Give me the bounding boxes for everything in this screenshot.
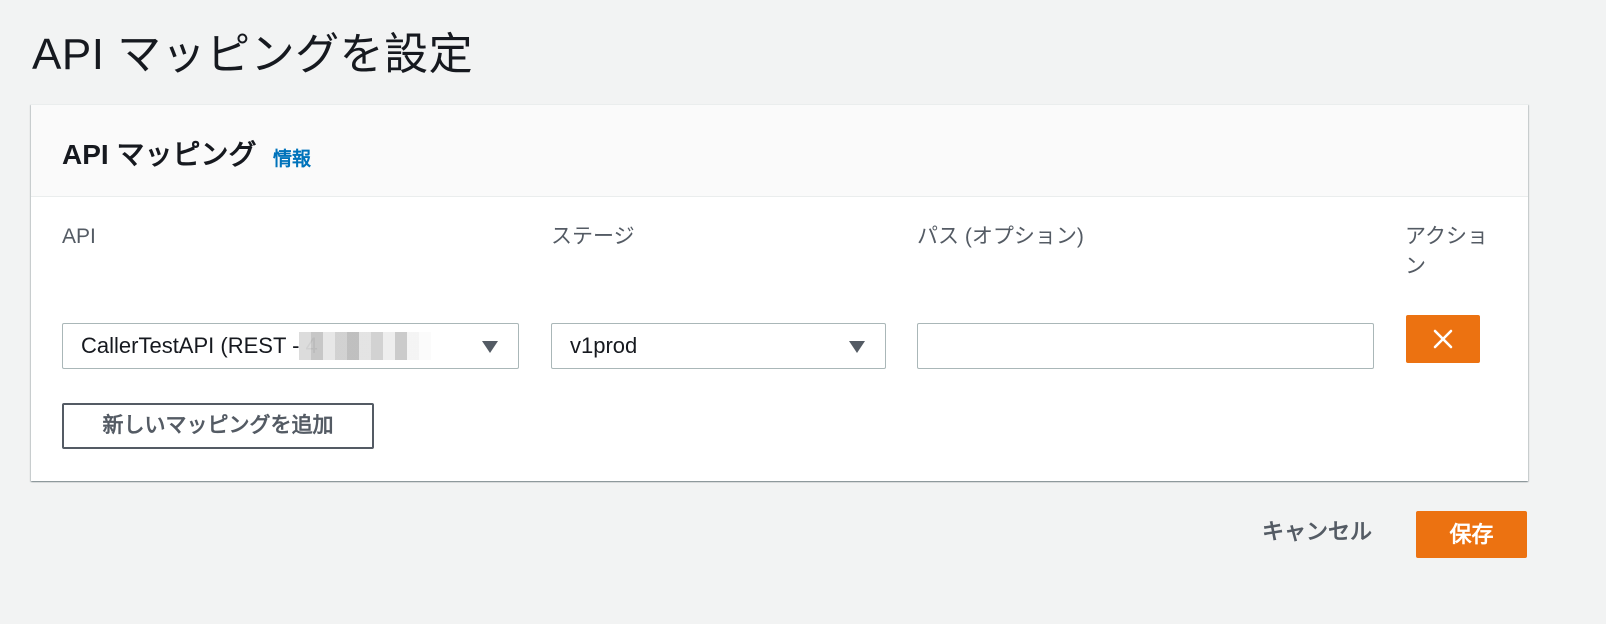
page-title: API マッピングを設定 xyxy=(32,30,474,79)
redacted-id xyxy=(299,332,469,360)
caret-down-icon xyxy=(482,341,498,353)
panel-header: API マッピング 情報 xyxy=(31,105,1528,197)
close-icon xyxy=(1433,329,1453,349)
api-select-value: CallerTestAPI (REST - 4 xyxy=(81,333,318,358)
api-mapping-panel: API マッピング 情報 API ステージ パス (オプション) アクション C… xyxy=(31,104,1528,481)
api-select[interactable]: CallerTestAPI (REST - 4 xyxy=(62,323,519,369)
caret-down-icon xyxy=(849,341,865,353)
column-label-api: API xyxy=(62,225,96,248)
path-input[interactable] xyxy=(917,323,1374,369)
panel-title: API マッピング xyxy=(62,139,257,170)
add-mapping-button[interactable]: 新しいマッピングを追加 xyxy=(62,403,374,449)
save-button[interactable]: 保存 xyxy=(1416,511,1527,558)
column-label-actions: アクション xyxy=(1405,225,1488,278)
column-label-stage: ステージ xyxy=(551,225,635,248)
stage-select-value: v1prod xyxy=(570,333,638,358)
remove-mapping-button[interactable] xyxy=(1406,315,1480,363)
info-link[interactable]: 情報 xyxy=(273,144,311,171)
cancel-button[interactable]: キャンセル xyxy=(1262,514,1372,546)
stage-select[interactable]: v1prod xyxy=(551,323,886,369)
column-label-path: パス (オプション) xyxy=(917,225,1084,248)
